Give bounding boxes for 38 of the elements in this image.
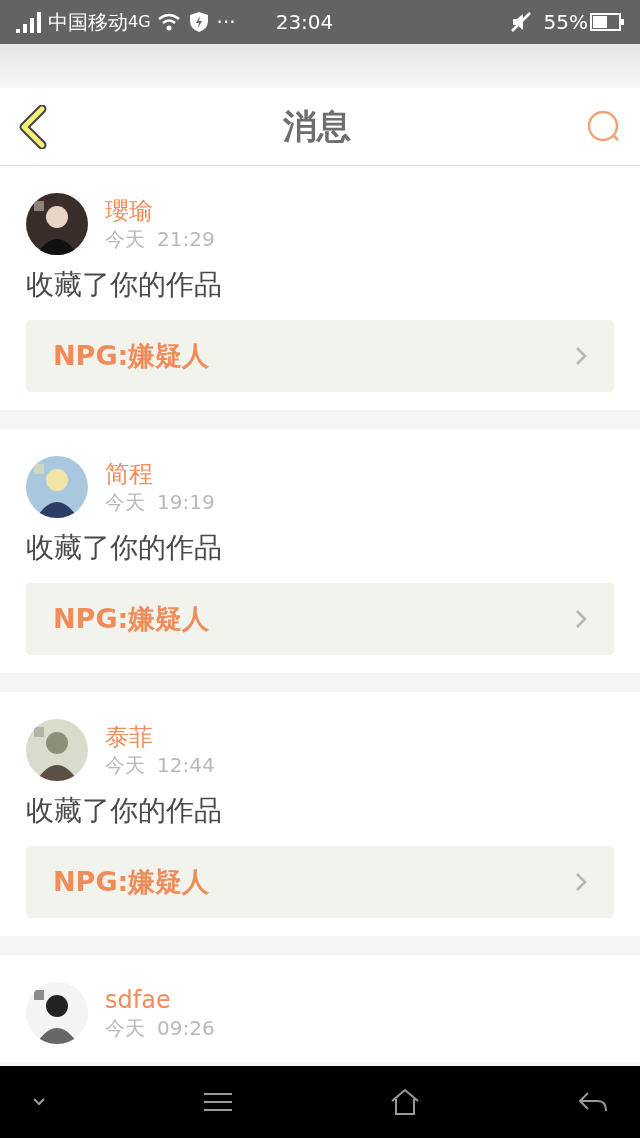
user-name[interactable]: 简程: [105, 459, 215, 489]
more-indicator: ···: [216, 9, 236, 36]
back-arrow-icon[interactable]: [578, 1091, 608, 1113]
message-text: 收藏了你的作品: [26, 530, 223, 566]
message-time: 12:44: [157, 752, 215, 778]
signal-icon: [16, 11, 42, 33]
page-title: 消息: [283, 105, 351, 148]
user-name[interactable]: 瓔瑜: [105, 196, 215, 226]
network-type: 4G: [128, 11, 151, 31]
message-time: 19:19: [157, 489, 215, 515]
message-day: 今天: [105, 226, 145, 252]
work-link[interactable]: NPG:嫌疑人: [26, 846, 614, 918]
mute-icon: [509, 11, 532, 33]
clock: 23:04: [275, 9, 334, 36]
chevron-right-icon: [575, 872, 587, 892]
back-icon: [18, 104, 48, 149]
work-link[interactable]: NPG:嫌疑人: [26, 320, 614, 392]
battery-icon: [590, 13, 624, 31]
message-time: 21:29: [157, 226, 215, 252]
carrier-name: 中国移动: [48, 9, 128, 36]
message-day: 今天: [105, 1015, 145, 1041]
message-text: 收藏了你的作品: [26, 267, 223, 303]
back-button[interactable]: [18, 104, 48, 149]
chevron-right-icon: [575, 346, 587, 366]
chevron-right-icon: [575, 609, 587, 629]
message-time: 09:26: [157, 1015, 215, 1041]
user-name[interactable]: sdfae: [105, 985, 215, 1015]
battery-percent: 55%: [543, 9, 588, 36]
shield-icon: [188, 11, 209, 33]
menu-icon[interactable]: [204, 1092, 232, 1112]
message-day: 今天: [105, 489, 145, 515]
chevron-down-icon[interactable]: [32, 1097, 46, 1107]
wifi-icon: [156, 12, 181, 32]
message-text: 收藏了你的作品: [26, 793, 223, 829]
work-link[interactable]: NPG:嫌疑人: [26, 583, 614, 655]
home-icon[interactable]: [390, 1088, 420, 1116]
message-day: 今天: [105, 752, 145, 778]
user-name[interactable]: 泰菲: [105, 722, 215, 752]
